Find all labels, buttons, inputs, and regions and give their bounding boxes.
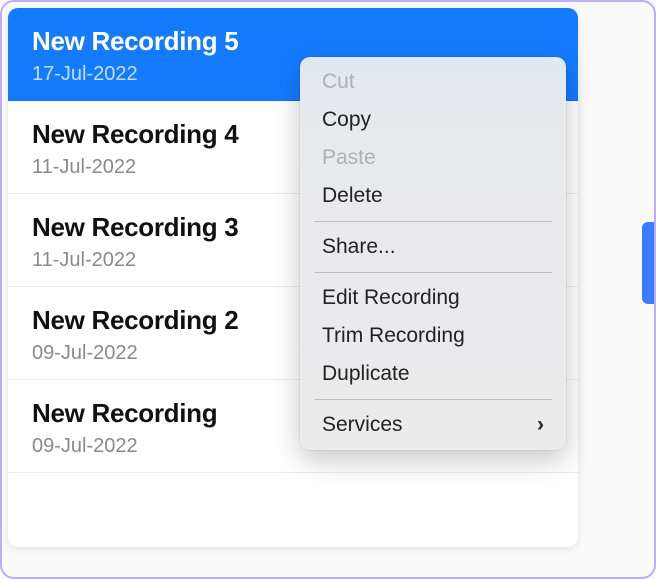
menu-services[interactable]: Services › [300, 406, 566, 444]
context-menu: Cut Copy Paste Delete Share... Edit Reco… [300, 57, 566, 450]
menu-duplicate[interactable]: Duplicate [300, 355, 566, 393]
menu-share[interactable]: Share... [300, 228, 566, 266]
menu-paste: Paste [300, 139, 566, 177]
menu-copy[interactable]: Copy [300, 101, 566, 139]
menu-edit-recording[interactable]: Edit Recording [300, 279, 566, 317]
scrollbar-thumb[interactable] [642, 222, 654, 304]
menu-cut: Cut [300, 63, 566, 101]
menu-separator [314, 272, 552, 273]
menu-services-label: Services [322, 413, 403, 437]
menu-trim-recording[interactable]: Trim Recording [300, 317, 566, 355]
recording-title: New Recording 5 [32, 26, 558, 57]
menu-separator [314, 399, 552, 400]
chevron-right-icon: › [537, 413, 544, 437]
menu-delete[interactable]: Delete [300, 177, 566, 215]
menu-separator [314, 221, 552, 222]
